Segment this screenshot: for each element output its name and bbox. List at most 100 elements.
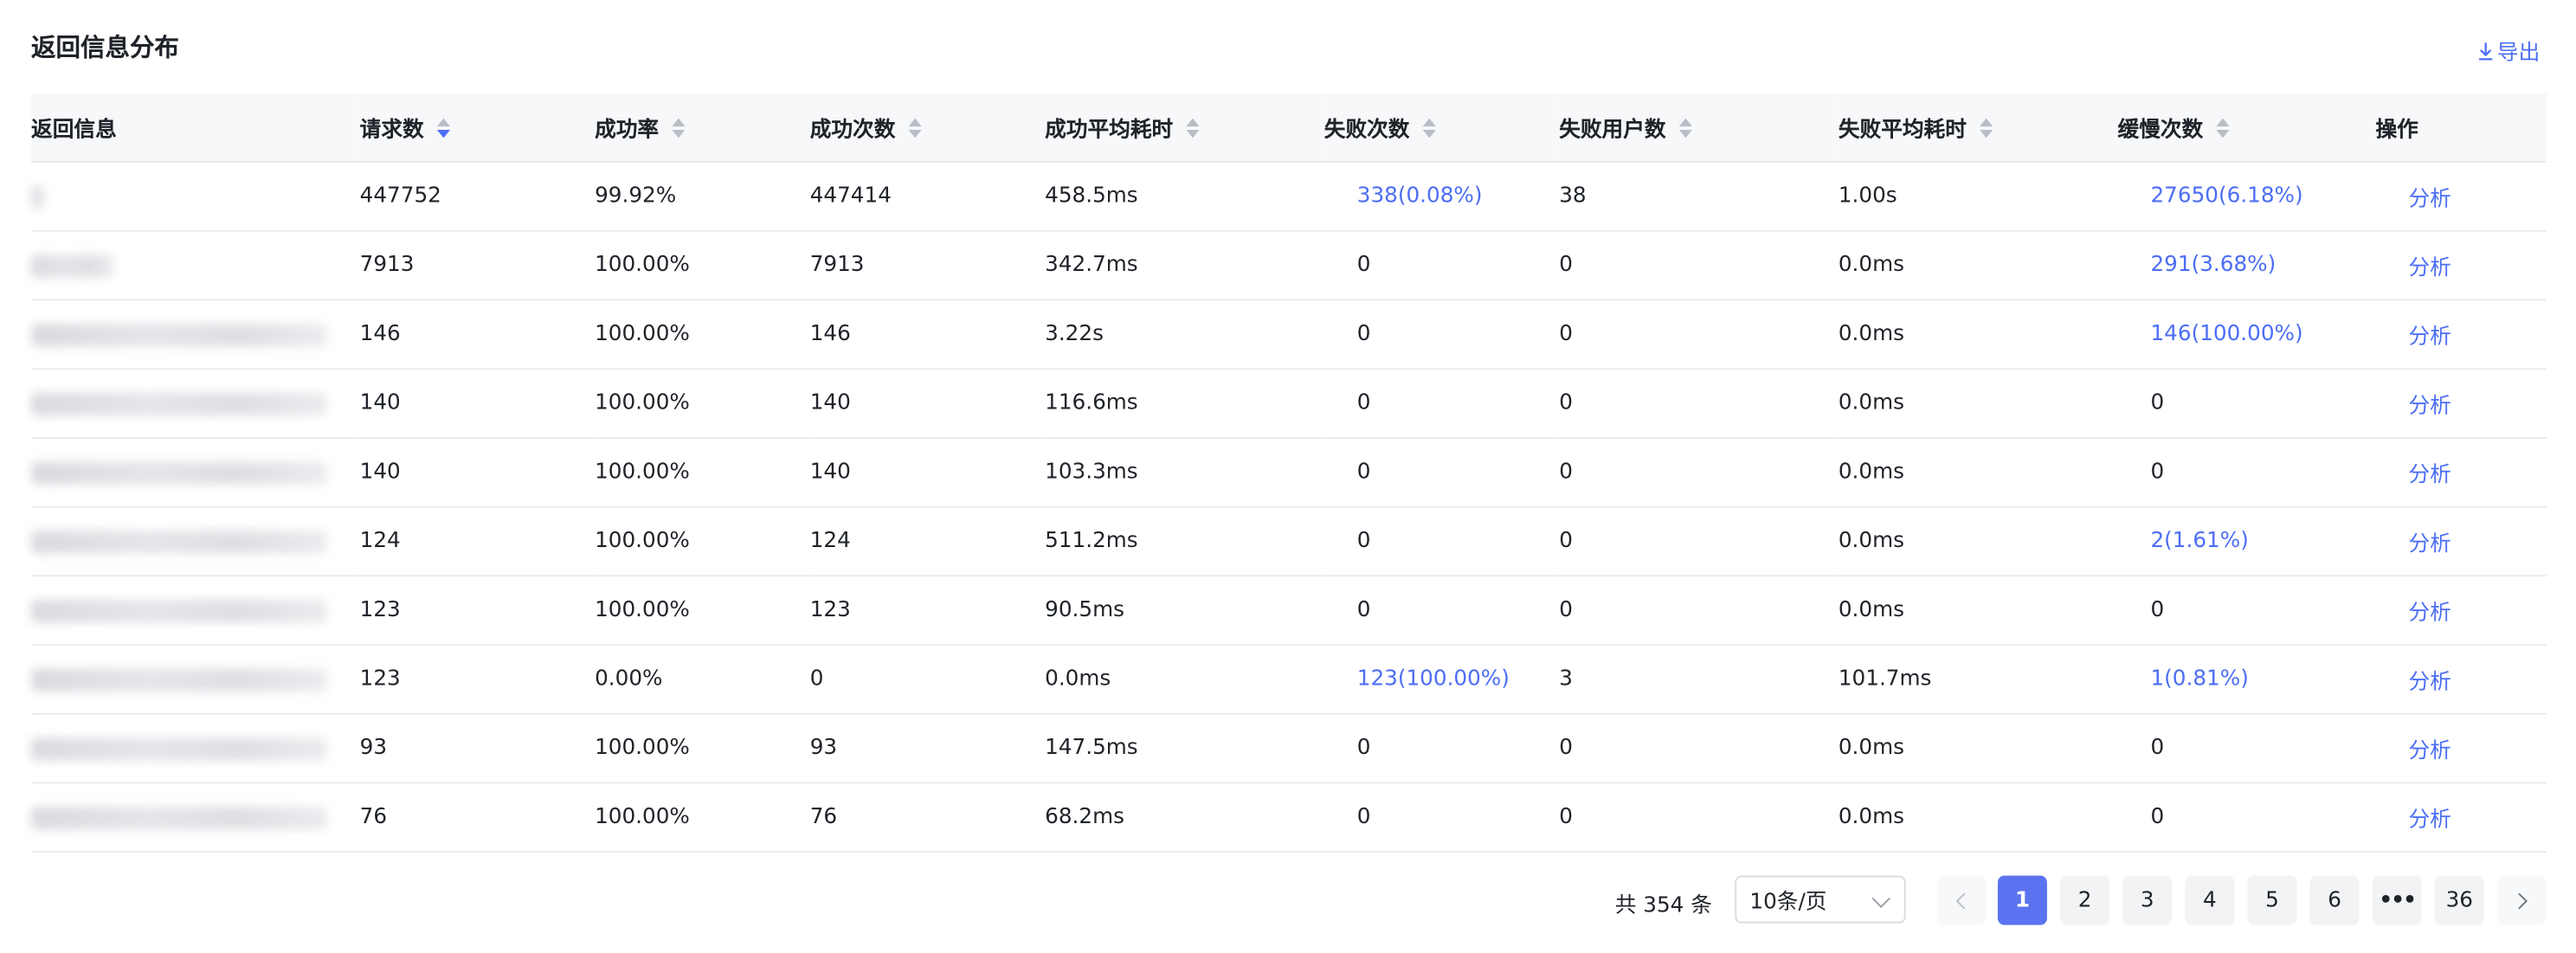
fail-count-cell: 0: [1323, 713, 1560, 784]
analyze-link[interactable]: 分析: [2408, 463, 2450, 487]
success-count-cell: 123: [809, 576, 1046, 646]
requests-cell: 140: [359, 437, 596, 508]
sort-icon[interactable]: [908, 117, 922, 138]
col-header-success-rate[interactable]: 成功率: [595, 93, 810, 163]
fail-users-cell: 0: [1559, 299, 1839, 370]
table-row: 140 100.00% 140 116.6ms 0 0 0.0ms 0 分析: [31, 369, 2547, 439]
fail-avg-cell: 101.7ms: [1838, 644, 2118, 715]
page-root: 返回信息分布 导出 返回信息 请求数 成功率 成功次数 成功平均耗时 失败次数 …: [0, 0, 2576, 952]
slow-count-cell: 0: [2117, 782, 2376, 853]
table-row: 123 0.00% 0 0.0ms 123(100.00%) 3 101.7ms…: [31, 644, 2547, 715]
prev-page-button[interactable]: [1936, 875, 1987, 925]
requests-cell: 140: [359, 369, 596, 439]
fail-avg-cell: 0.0ms: [1838, 369, 2118, 439]
success-rate-cell: 100.00%: [595, 230, 810, 301]
page-button-36[interactable]: 36: [2434, 875, 2484, 925]
col-header-return-info: 返回信息: [31, 93, 360, 163]
export-button[interactable]: 导出: [2477, 35, 2540, 66]
analyze-link[interactable]: 分析: [2408, 187, 2450, 211]
page-button-3[interactable]: 3: [2122, 875, 2173, 925]
success-avg-cell: 458.5ms: [1045, 161, 1324, 232]
slow-count-cell: 0: [2117, 713, 2376, 784]
redacted-text: [31, 184, 45, 209]
fail-users-cell: 0: [1559, 230, 1839, 301]
col-header-fail-users[interactable]: 失败用户数: [1559, 93, 1839, 163]
success-count-cell: 140: [809, 437, 1046, 508]
slow-count-cell: 0: [2117, 369, 2376, 439]
analyze-link[interactable]: 分析: [2408, 739, 2450, 763]
fail-users-cell: 0: [1559, 369, 1839, 439]
next-page-button[interactable]: [2496, 875, 2547, 925]
success-count-cell: 140: [809, 369, 1046, 439]
success-count-cell: 0: [809, 644, 1046, 715]
page-button-5[interactable]: 5: [2247, 875, 2297, 925]
redacted-text: [31, 460, 327, 484]
sort-icon[interactable]: [436, 117, 451, 138]
slow-count-link[interactable]: 291(3.68%): [2150, 253, 2276, 277]
success-count-cell: 146: [809, 299, 1046, 370]
page-button-4[interactable]: 4: [2185, 875, 2235, 925]
fail-count-link[interactable]: 338(0.08%): [1357, 184, 1483, 209]
table-row: 124 100.00% 124 511.2ms 0 0 0.0ms 2(1.61…: [31, 506, 2547, 577]
slow-count-link[interactable]: 27650(6.18%): [2150, 184, 2302, 209]
analyze-link[interactable]: 分析: [2408, 532, 2450, 557]
requests-cell: 123: [359, 644, 596, 715]
export-label: 导出: [2496, 41, 2541, 66]
success-rate-cell: 100.00%: [595, 782, 810, 853]
success-rate-cell: 99.92%: [595, 161, 810, 232]
return-info-cell: [31, 299, 360, 370]
slow-count-link[interactable]: 1(0.81%): [2150, 667, 2248, 692]
sort-icon[interactable]: [672, 117, 686, 138]
chevron-down-icon: [1871, 889, 1890, 908]
requests-cell: 146: [359, 299, 596, 370]
return-info-table: 返回信息 请求数 成功率 成功次数 成功平均耗时 失败次数 失败用户数 失败平均…: [31, 93, 2547, 853]
table-row: 123 100.00% 123 90.5ms 0 0 0.0ms 0 分析: [31, 576, 2547, 646]
analyze-link[interactable]: 分析: [2408, 395, 2450, 419]
fail-users-cell: 0: [1559, 437, 1839, 508]
table-row: 93 100.00% 93 147.5ms 0 0 0.0ms 0 分析: [31, 713, 2547, 784]
redacted-text: [31, 322, 327, 346]
page-size-select[interactable]: 10条/页: [1735, 875, 1906, 924]
col-header-action: 操作: [2375, 93, 2547, 163]
col-header-requests[interactable]: 请求数: [359, 93, 596, 163]
analyze-link[interactable]: 分析: [2408, 256, 2450, 280]
sort-icon[interactable]: [1980, 117, 1993, 138]
redacted-text: [31, 254, 113, 277]
page-button-2[interactable]: 2: [2060, 875, 2110, 925]
fail-avg-cell: 0.0ms: [1838, 713, 2118, 784]
col-header-success-count[interactable]: 成功次数: [809, 93, 1046, 163]
col-header-slow-count[interactable]: 缓慢次数: [2117, 93, 2376, 163]
sort-icon[interactable]: [1678, 117, 1692, 138]
success-avg-cell: 116.6ms: [1045, 369, 1324, 439]
col-header-fail-count[interactable]: 失败次数: [1323, 93, 1560, 163]
total-count: 共 354 条: [1614, 893, 1712, 918]
table-row: 146 100.00% 146 3.22s 0 0 0.0ms 146(100.…: [31, 299, 2547, 370]
return-info-cell: [31, 230, 360, 301]
return-info-cell: [31, 782, 360, 853]
analyze-link[interactable]: 分析: [2408, 808, 2450, 833]
col-header-success-avg[interactable]: 成功平均耗时: [1045, 93, 1324, 163]
page-button-1[interactable]: 1: [1997, 875, 2047, 925]
more-pages-button[interactable]: •••: [2372, 875, 2422, 925]
analyze-link[interactable]: 分析: [2408, 670, 2450, 694]
success-count-cell: 76: [809, 782, 1046, 853]
analyze-link[interactable]: 分析: [2408, 325, 2450, 350]
sort-icon[interactable]: [2216, 117, 2230, 138]
page-button-6[interactable]: 6: [2309, 875, 2360, 925]
return-info-cell: [31, 576, 360, 646]
table-row: 7913 100.00% 7913 342.7ms 0 0 0.0ms 291(…: [31, 230, 2547, 301]
fail-count-link[interactable]: 123(100.00%): [1357, 667, 1510, 692]
slow-count-link[interactable]: 146(100.00%): [2150, 322, 2302, 346]
sort-icon[interactable]: [1422, 117, 1436, 138]
analyze-link[interactable]: 分析: [2408, 602, 2450, 626]
chevron-right-icon: [2511, 892, 2528, 909]
sort-icon[interactable]: [1186, 117, 1200, 138]
col-header-fail-avg[interactable]: 失败平均耗时: [1838, 93, 2118, 163]
slow-count-link[interactable]: 2(1.61%): [2150, 529, 2248, 553]
panel: 返回信息分布 导出 返回信息 请求数 成功率 成功次数 成功平均耗时 失败次数 …: [0, 0, 2576, 953]
requests-cell: 93: [359, 713, 596, 784]
fail-count-cell: 0: [1323, 369, 1560, 439]
fail-count-cell: 0: [1323, 230, 1560, 301]
redacted-text: [31, 805, 327, 829]
pagination: 共 354 条 10条/页 1 2 3 4 5 6 ••• 36: [0, 875, 2576, 925]
